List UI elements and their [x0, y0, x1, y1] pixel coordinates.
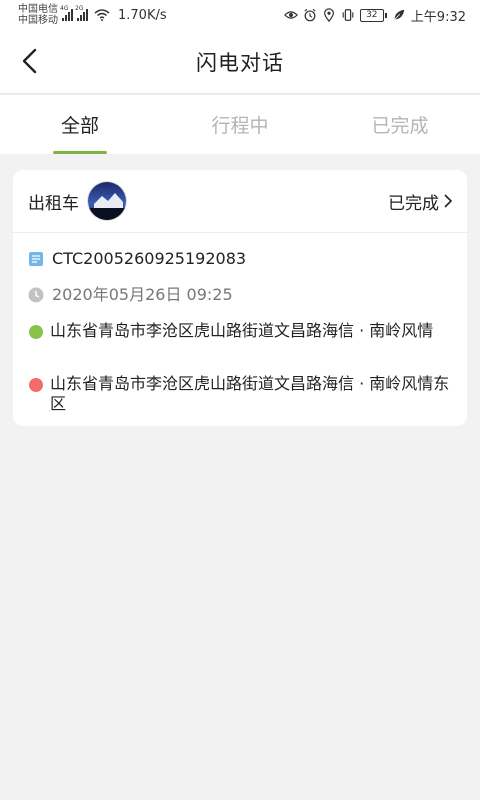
start-address: 山东省青岛市李沧区虎山路街道文昌路海信 · 南岭风情: [50, 321, 434, 340]
leaf-icon: [394, 9, 405, 20]
order-card-header: 出租车 已完成: [13, 170, 467, 233]
order-number: CTC2005260925192083: [52, 249, 247, 268]
order-number-row: CTC2005260925192083: [28, 249, 246, 269]
signal-1-icon: 4G: [60, 5, 73, 21]
carrier-names: 中国电信 中国移动: [18, 4, 58, 26]
active-tab-indicator: [53, 151, 107, 154]
nav-bar: 闪电对话: [0, 30, 480, 94]
status-bar: 中国电信 中国移动 4G 2G 1.70K/s 32 上午9:32: [0, 0, 480, 30]
chevron-left-icon: [22, 48, 37, 74]
end-point-dot: [29, 378, 43, 392]
start-address-row: 山东省青岛市李沧区虎山路街道文昌路海信 · 南岭风情: [28, 321, 450, 341]
signal-2-icon: 2G: [75, 5, 88, 21]
tab-all[interactable]: 全部: [0, 95, 160, 154]
order-time-row: 2020年05月26日 09:25: [28, 285, 233, 305]
service-type: 出租车: [28, 193, 79, 214]
vibrate-icon: [342, 9, 354, 21]
tab-bar: 全部 行程中 已完成: [0, 95, 480, 154]
alarm-icon: [304, 8, 316, 22]
order-card[interactable]: 出租车 已完成 CTC2005260925192083 2020年05月26日 …: [13, 170, 467, 426]
location-icon: [323, 8, 334, 22]
clock: 上午9:32: [410, 9, 466, 25]
battery-level: 32: [359, 8, 384, 22]
carrier-2: 中国移动: [18, 15, 58, 26]
chevron-right-icon: [444, 194, 453, 208]
order-datetime: 2020年05月26日 09:25: [52, 285, 233, 304]
tab-in-progress-label: 行程中: [211, 115, 269, 137]
tab-all-label: 全部: [60, 115, 99, 137]
tab-completed-label: 已完成: [371, 115, 429, 137]
end-address: 山东省青岛市李沧区虎山路街道文昌路海信 · 南岭风情东区: [50, 374, 450, 413]
driver-avatar: [87, 181, 127, 221]
clock-icon: [28, 287, 44, 303]
battery-icon: 32: [359, 8, 387, 22]
order-status: 已完成: [388, 193, 439, 214]
start-point-dot: [29, 325, 43, 339]
end-address-row: 山东省青岛市李沧区虎山路街道文昌路海信 · 南岭风情东区: [28, 374, 450, 414]
tab-completed[interactable]: 已完成: [320, 95, 480, 154]
network-speed: 1.70K/s: [118, 7, 167, 23]
order-status-link[interactable]: 已完成: [388, 189, 453, 214]
document-icon: [29, 252, 43, 266]
wifi-icon: [94, 9, 110, 21]
page-title: 闪电对话: [196, 50, 284, 75]
tab-in-progress[interactable]: 行程中: [160, 95, 320, 154]
back-button[interactable]: [14, 46, 44, 76]
eye-icon: [283, 11, 298, 19]
carrier-1: 中国电信: [18, 4, 58, 15]
